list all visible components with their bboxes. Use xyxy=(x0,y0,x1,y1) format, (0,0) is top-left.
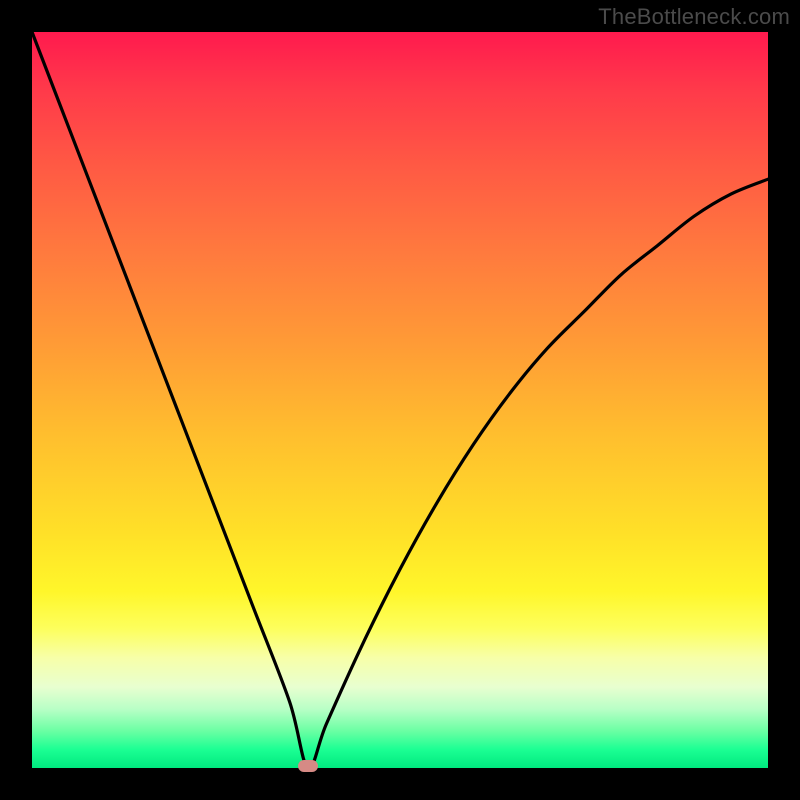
chart-frame: TheBottleneck.com xyxy=(0,0,800,800)
watermark-text: TheBottleneck.com xyxy=(598,4,790,30)
min-marker xyxy=(298,760,318,772)
plot-area xyxy=(32,32,768,768)
bottleneck-curve xyxy=(32,32,768,768)
